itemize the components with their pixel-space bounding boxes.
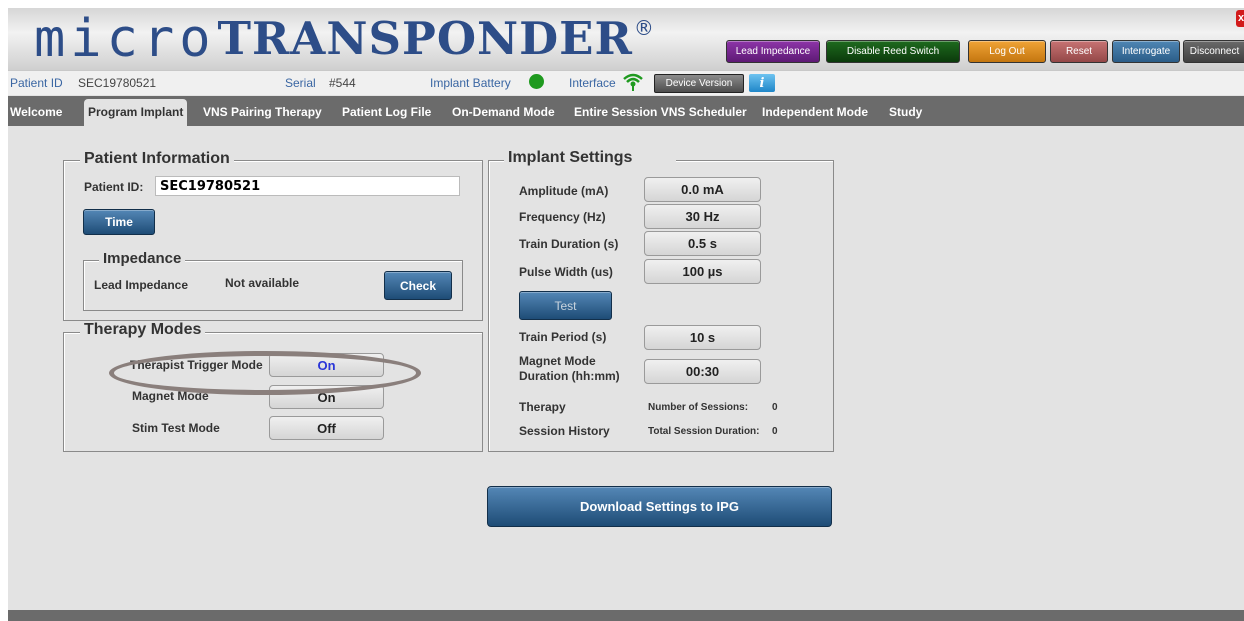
- time-button[interactable]: Time: [83, 209, 155, 235]
- patient-id-value: SEC19780521: [78, 76, 157, 90]
- tab-study[interactable]: Study: [889, 99, 922, 126]
- session-history-label: Session History: [519, 424, 610, 438]
- patient-information-title: Patient Information: [80, 150, 234, 168]
- implant-settings-title: Implant Settings: [504, 149, 677, 167]
- patient-id-field-label: Patient ID:: [84, 180, 144, 194]
- tab-patient-log-file[interactable]: Patient Log File: [342, 99, 431, 126]
- disable-reed-switch-button[interactable]: Disable Reed Switch: [826, 40, 960, 63]
- frequency-value[interactable]: 30 Hz: [644, 204, 761, 229]
- check-button[interactable]: Check: [384, 271, 452, 300]
- amplitude-label: Amplitude (mA): [519, 184, 609, 198]
- lead-impedance-value: Not available: [225, 276, 300, 290]
- number-of-sessions-value: 0: [772, 402, 778, 413]
- number-of-sessions-label: Number of Sessions:: [648, 402, 749, 413]
- tab-bar: Welcome Program Implant VNS Pairing Ther…: [8, 96, 1244, 126]
- tab-independent-mode[interactable]: Independent Mode: [762, 99, 868, 126]
- train-duration-label: Train Duration (s): [519, 237, 619, 251]
- tab-vns-pairing-therapy[interactable]: VNS Pairing Therapy: [203, 99, 322, 126]
- pulse-width-label: Pulse Width (us): [519, 265, 613, 279]
- close-icon[interactable]: x: [1236, 10, 1244, 27]
- interface-label: Interface: [569, 76, 616, 90]
- microtransponder-logo: micro TRANSPONDER ®: [34, 10, 654, 68]
- bottom-bar: [8, 610, 1244, 621]
- implant-battery-label: Implant Battery: [430, 76, 511, 90]
- header: micro TRANSPONDER ® Lead Impedance Disab…: [8, 8, 1244, 70]
- pulse-width-value[interactable]: 100 µs: [644, 259, 761, 284]
- impedance-title: Impedance: [99, 250, 186, 267]
- download-settings-button[interactable]: Download Settings to IPG: [487, 486, 832, 527]
- device-version-button[interactable]: Device Version: [654, 74, 744, 93]
- log-out-button[interactable]: Log Out: [968, 40, 1046, 63]
- train-period-label: Train Period (s): [519, 330, 607, 344]
- tab-welcome[interactable]: Welcome: [10, 99, 62, 126]
- wifi-signal-icon: [623, 73, 643, 91]
- logo-transponder: TRANSPONDER: [217, 12, 633, 65]
- test-button[interactable]: Test: [519, 291, 612, 320]
- magnet-mode-duration-label-line1: Magnet Mode: [519, 354, 596, 368]
- lead-impedance-label: Lead Impedance: [94, 278, 189, 292]
- train-duration-value[interactable]: 0.5 s: [644, 231, 761, 256]
- magnet-mode-duration-value[interactable]: 00:30: [644, 359, 761, 384]
- battery-status-indicator: [529, 74, 544, 89]
- disconnect-button[interactable]: Disconnect: [1183, 40, 1244, 63]
- train-period-value[interactable]: 10 s: [644, 325, 761, 350]
- patient-id-input[interactable]: SEC19780521: [155, 176, 460, 196]
- tab-program-implant[interactable]: Program Implant: [84, 99, 188, 126]
- stim-test-mode-label: Stim Test Mode: [132, 421, 220, 435]
- serial-value: #544: [329, 76, 356, 90]
- amplitude-value[interactable]: 0.0 mA: [644, 177, 761, 202]
- therapy-modes-title: Therapy Modes: [80, 321, 206, 339]
- stim-test-mode-toggle[interactable]: Off: [269, 416, 384, 440]
- app-window: micro TRANSPONDER ® Lead Impedance Disab…: [8, 8, 1244, 621]
- total-session-duration-label: Total Session Duration:: [648, 426, 760, 437]
- logo-registered-mark: ®: [633, 16, 654, 40]
- lead-impedance-button[interactable]: Lead Impedance: [726, 40, 820, 63]
- frequency-label: Frequency (Hz): [519, 210, 606, 224]
- interrogate-button[interactable]: Interrogate: [1112, 40, 1180, 63]
- serial-label: Serial: [285, 76, 316, 90]
- highlight-oval-annotation: [109, 351, 421, 395]
- patient-id-label: Patient ID: [10, 76, 63, 90]
- total-session-duration-value: 0: [772, 426, 778, 437]
- reset-button[interactable]: Reset: [1050, 40, 1108, 63]
- magnet-mode-duration-label-line2: Duration (hh:mm): [519, 369, 620, 383]
- info-icon[interactable]: i: [749, 74, 775, 92]
- tab-on-demand-mode[interactable]: On-Demand Mode: [452, 99, 555, 126]
- therapy-label: Therapy: [519, 400, 566, 414]
- logo-micro: micro: [34, 9, 216, 69]
- tab-entire-session-vns-scheduler[interactable]: Entire Session VNS Scheduler: [574, 99, 747, 126]
